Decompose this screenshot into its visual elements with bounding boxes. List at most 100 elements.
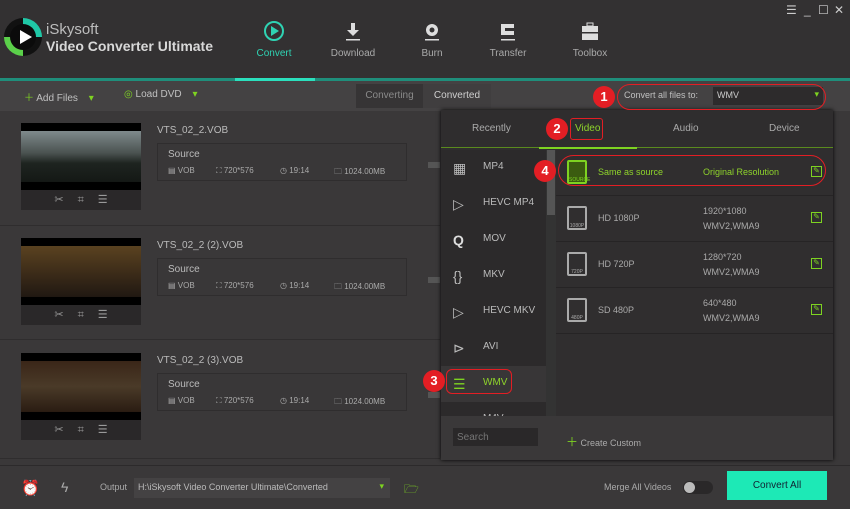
format-value: VOB bbox=[177, 166, 195, 175]
format-info: ▤ VOB bbox=[168, 396, 195, 405]
format-label: AVI bbox=[483, 341, 499, 352]
annotation-ring bbox=[446, 369, 512, 394]
annotation-badge: 2 bbox=[546, 118, 568, 140]
menu-icon[interactable]: ☰ bbox=[786, 3, 797, 17]
edit-icon[interactable]: ✎ bbox=[811, 304, 822, 315]
file-video-icon: 1080P bbox=[567, 206, 587, 230]
merge-label: Merge All Videos bbox=[604, 482, 672, 492]
trim-icon[interactable]: ✂ bbox=[54, 424, 77, 436]
nav-toolbox[interactable]: Toolbox bbox=[551, 20, 629, 59]
annotation-ring bbox=[558, 155, 826, 186]
edit-icon[interactable]: ✎ bbox=[811, 212, 822, 223]
effects-icon[interactable]: ☰ bbox=[98, 194, 122, 206]
format-item-m4v[interactable]: ▷M4V bbox=[441, 402, 546, 416]
preset-item[interactable]: 1080P HD 1080P 1920*1080 WMV2,WMA9 ✎ bbox=[556, 196, 833, 242]
format-label: MOV bbox=[483, 233, 506, 244]
tab-recently[interactable]: Recently bbox=[472, 123, 511, 134]
tab-converting[interactable]: Converting bbox=[356, 84, 423, 108]
lightning-icon[interactable]: ϟ bbox=[61, 479, 68, 495]
product-name: Video Converter Ultimate bbox=[46, 38, 214, 54]
merge-toggle[interactable] bbox=[683, 481, 713, 494]
create-custom-button[interactable]: ＋ Create Custom bbox=[566, 433, 641, 450]
output-label: Output bbox=[100, 482, 128, 492]
format-item-hevc-mkv[interactable]: ▷ HEVC MKV bbox=[441, 294, 546, 330]
arrow-icon bbox=[428, 277, 440, 283]
plus-icon: ＋ bbox=[566, 435, 579, 449]
file-name: VTS_02_2 (3).VOB bbox=[157, 355, 244, 366]
annotation-badge: 1 bbox=[593, 86, 615, 108]
convert-icon bbox=[263, 20, 285, 42]
source-label: Source bbox=[168, 264, 200, 275]
add-files-label: Add Files bbox=[36, 93, 78, 104]
annotation-badge: 3 bbox=[423, 370, 445, 392]
convert-all-button[interactable]: Convert All bbox=[727, 471, 827, 500]
annotation-ring bbox=[570, 118, 603, 140]
video-thumbnail[interactable]: ✂⌗☰ bbox=[21, 238, 141, 325]
format-info: ▤ VOB bbox=[168, 166, 195, 175]
chevron-down-icon[interactable]: ▾ bbox=[192, 89, 197, 100]
format-item-hevc-mp4[interactable]: ▷ HEVC MP4 bbox=[441, 186, 546, 222]
resolution-value: 720*576 bbox=[223, 396, 254, 405]
close-button[interactable]: ✕ bbox=[834, 3, 844, 17]
format-item-mkv[interactable]: {} MKV bbox=[441, 258, 546, 294]
edit-icon[interactable]: ✎ bbox=[811, 258, 822, 269]
load-dvd-button[interactable]: ◎ Load DVD ▾ bbox=[124, 89, 197, 100]
nav-convert-label: Convert bbox=[256, 48, 292, 59]
video-thumbnail[interactable]: ✂⌗☰ bbox=[21, 353, 141, 440]
effects-icon[interactable]: ☰ bbox=[98, 309, 122, 321]
size-info: 🗀 1024.00MB bbox=[334, 167, 386, 176]
annotation-ring bbox=[617, 84, 826, 110]
crop-icon[interactable]: ⌗ bbox=[78, 194, 98, 206]
folder-open-icon[interactable]: 🗁 bbox=[404, 480, 419, 501]
video-thumbnail[interactable]: ✂⌗☰ bbox=[21, 123, 141, 210]
chevron-down-icon[interactable]: ▾ bbox=[89, 93, 94, 104]
minimize-button[interactable]: _ bbox=[804, 3, 811, 17]
toggle-knob bbox=[684, 482, 695, 493]
preset-item[interactable]: 720P HD 720P 1280*720 WMV2,WMA9 ✎ bbox=[556, 242, 833, 288]
maximize-button[interactable]: ☐ bbox=[818, 3, 829, 17]
footer-bar bbox=[0, 465, 850, 509]
load-dvd-label: Load DVD bbox=[135, 89, 182, 100]
alarm-clock-icon[interactable]: ⏰ bbox=[21, 479, 40, 497]
preset-codecs: WMV2,WMA9 bbox=[703, 221, 760, 231]
format-tabs: Recently Video Audio Device bbox=[441, 110, 833, 148]
nav-download[interactable]: Download bbox=[314, 20, 392, 59]
format-item-mp4[interactable]: ▦ MP4 bbox=[441, 150, 546, 186]
crop-icon[interactable]: ⌗ bbox=[78, 424, 98, 436]
format-item-mov[interactable]: Q MOV bbox=[441, 222, 546, 258]
crop-icon[interactable]: ⌗ bbox=[78, 309, 98, 321]
format-search-input[interactable] bbox=[453, 428, 538, 446]
file-video-icon: 720P bbox=[567, 252, 587, 276]
format-list-scrollbar[interactable] bbox=[546, 150, 556, 416]
source-label: Source bbox=[168, 379, 200, 390]
tab-device[interactable]: Device bbox=[769, 123, 800, 134]
add-files-button[interactable]: ＋ Add Files ▾ bbox=[24, 89, 94, 104]
format-item-avi[interactable]: ⊳ AVI bbox=[441, 330, 546, 366]
file-video-icon: 480P bbox=[567, 298, 587, 322]
size-value: 1024.00MB bbox=[344, 167, 386, 176]
trim-icon[interactable]: ✂ bbox=[54, 194, 77, 206]
nav-burn[interactable]: Burn bbox=[393, 20, 471, 59]
mkv-icon: {} bbox=[453, 268, 463, 284]
nav-convert[interactable]: Convert bbox=[235, 20, 313, 59]
duration-info: ◷ 19:14 bbox=[280, 166, 310, 175]
output-path-select[interactable]: H:\iSkysoft Video Converter Ultimate\Con… bbox=[134, 478, 390, 498]
resolution-info: ⛶ 720*576 bbox=[216, 166, 254, 175]
quicktime-icon: Q bbox=[453, 232, 464, 248]
preset-name: HD 720P bbox=[598, 259, 635, 269]
trim-icon[interactable]: ✂ bbox=[54, 309, 77, 321]
nav-toolbox-label: Toolbox bbox=[572, 48, 608, 59]
nav-transfer[interactable]: Transfer bbox=[469, 20, 547, 59]
chevron-down-icon: ▾ bbox=[379, 481, 384, 491]
brand-name: iSkysoft bbox=[46, 21, 99, 38]
preset-resolution: 1280*720 bbox=[703, 252, 742, 262]
popup-footer: ＋ Create Custom bbox=[441, 416, 833, 460]
duration-info: ◷ 19:14 bbox=[280, 396, 310, 405]
duration-value: 19:14 bbox=[289, 166, 310, 175]
preset-item[interactable]: 480P SD 480P 640*480 WMV2,WMA9 ✎ bbox=[556, 288, 833, 334]
tab-converted[interactable]: Converted bbox=[423, 84, 491, 108]
dvd-icon: ◎ bbox=[124, 89, 133, 100]
effects-icon[interactable]: ☰ bbox=[98, 424, 122, 436]
tab-audio[interactable]: Audio bbox=[673, 123, 699, 134]
film-icon: ▦ bbox=[453, 160, 467, 176]
